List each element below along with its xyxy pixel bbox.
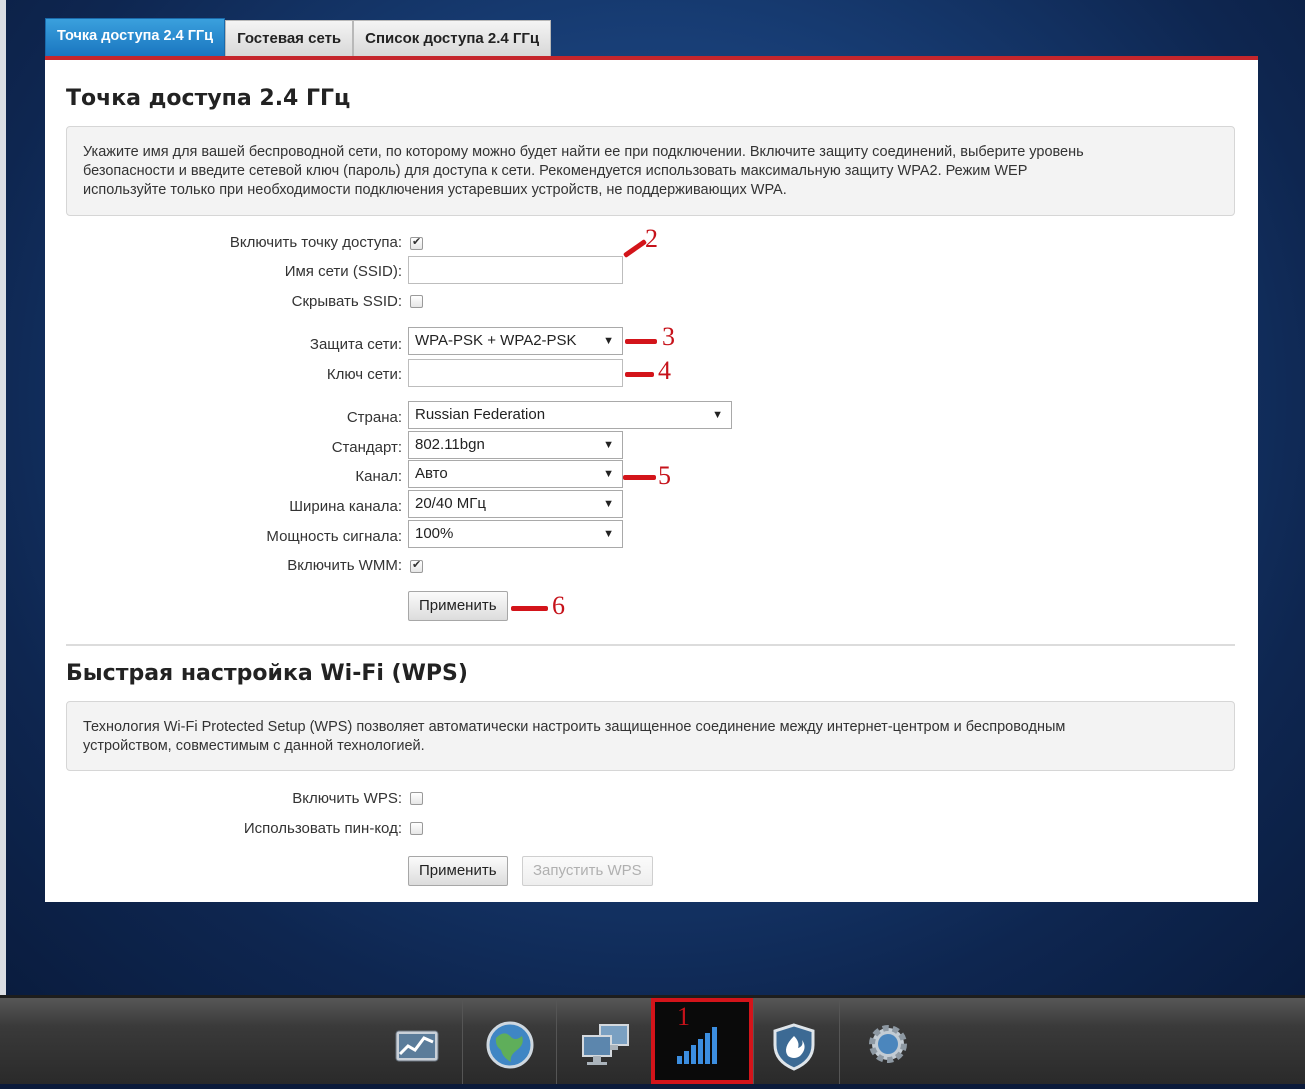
enable-wps-checkbox[interactable]: [410, 792, 423, 805]
hide-ssid-checkbox[interactable]: [410, 295, 423, 308]
info-box-access-point: Укажите имя для вашей беспроводной сети,…: [66, 126, 1235, 216]
info-box-wps: Технология Wi-Fi Protected Setup (WPS) п…: [66, 701, 1235, 771]
wifi-signal-bars-icon: [677, 1027, 717, 1064]
ssid-input[interactable]: [408, 256, 623, 284]
nav-internet[interactable]: [462, 998, 554, 1084]
annotation-pointer: [625, 339, 657, 344]
nav-home-network[interactable]: [556, 998, 648, 1084]
annotation-number: 5: [658, 461, 671, 490]
tab-bar: Точка доступа 2.4 ГГц Гостевая сеть Спис…: [45, 18, 552, 56]
dropdown-arrow-icon: ▼: [603, 468, 614, 480]
annotation-number: 6: [552, 591, 565, 620]
wmm-label: Включить WMM:: [287, 557, 402, 574]
channel-select-value: Авто: [415, 465, 448, 482]
channel-width-select[interactable]: 20/40 МГц ▼: [408, 490, 623, 518]
dropdown-arrow-icon: ▼: [603, 498, 614, 510]
annotation-number: 4: [658, 356, 671, 385]
bottom-nav-bar: 1: [0, 995, 1305, 1084]
channel-width-label: Ширина канала:: [289, 498, 402, 515]
wmm-checkbox[interactable]: [410, 558, 423, 573]
section-title-access-point: Точка доступа 2.4 ГГц: [66, 86, 351, 111]
enable-ap-checkbox[interactable]: [410, 235, 423, 250]
annotation-number: 1: [677, 1002, 690, 1031]
monitoring-chart-icon: [395, 1030, 439, 1062]
network-key-label: Ключ сети:: [326, 366, 402, 383]
section-divider: [66, 644, 1235, 646]
tab-guest-network[interactable]: Гостевая сеть: [225, 20, 354, 56]
use-pin-checkbox[interactable]: [410, 822, 423, 835]
tab-access-point-2-4[interactable]: Точка доступа 2.4 ГГц: [45, 18, 226, 56]
ssid-label: Имя сети (SSID):: [284, 263, 402, 280]
info-line: безопасности и введите сетевой ключ (пар…: [83, 163, 1028, 179]
enable-wps-label: Включить WPS:: [292, 790, 402, 807]
security-select[interactable]: WPA-PSK + WPA2-PSK ▼: [408, 327, 623, 355]
section-title-wps: Быстрая настройка Wi-Fi (WPS): [66, 661, 468, 686]
annotation-pointer: [622, 238, 648, 259]
security-shield-icon: [773, 1023, 815, 1071]
wps-apply-button[interactable]: Применить: [408, 856, 508, 886]
standard-select-value: 802.11bgn: [415, 436, 485, 453]
enable-ap-label: Включить точку доступа:: [229, 234, 402, 251]
country-label: Страна:: [346, 409, 402, 426]
annotation-number: 3: [662, 322, 675, 351]
signal-power-select-value: 100%: [415, 525, 454, 542]
country-select-value: Russian Federation: [415, 406, 546, 423]
annotation-pointer: [511, 606, 548, 611]
dropdown-arrow-icon: ▼: [603, 439, 614, 451]
security-select-value: WPA-PSK + WPA2-PSK: [415, 332, 577, 349]
nav-wifi[interactable]: 1: [651, 998, 753, 1084]
channel-label: Канал:: [355, 468, 402, 485]
hide-ssid-label: Скрывать SSID:: [291, 293, 402, 310]
info-line: используйте только при необходимости под…: [83, 182, 787, 198]
nav-system[interactable]: [839, 998, 931, 1084]
channel-select[interactable]: Авто ▼: [408, 460, 623, 488]
internet-globe-icon: [486, 1021, 534, 1069]
info-line: устройством, совместимым с данной технол…: [83, 738, 425, 754]
annotation-pointer: [625, 372, 654, 377]
info-line: Укажите имя для вашей беспроводной сети,…: [83, 144, 1084, 160]
dropdown-arrow-icon: ▼: [603, 335, 614, 347]
start-wps-button[interactable]: Запустить WPS: [522, 856, 653, 886]
tab-access-list[interactable]: Список доступа 2.4 ГГц: [353, 20, 552, 56]
nav-security[interactable]: [753, 998, 845, 1084]
home-network-computers-icon: [582, 1024, 629, 1065]
dropdown-arrow-icon: ▼: [712, 409, 723, 421]
apply-button[interactable]: Применить: [408, 591, 508, 621]
dropdown-arrow-icon: ▼: [603, 528, 614, 540]
settings-panel: Точка доступа 2.4 ГГц Укажите имя для ва…: [45, 56, 1258, 902]
annotation-pointer: [623, 475, 656, 480]
security-label: Защита сети:: [309, 336, 402, 353]
info-line: Технология Wi-Fi Protected Setup (WPS) п…: [83, 719, 1066, 735]
country-select[interactable]: Russian Federation ▼: [408, 401, 732, 429]
standard-select[interactable]: 802.11bgn ▼: [408, 431, 623, 459]
signal-power-label: Мощность сигнала:: [266, 528, 402, 545]
use-pin-label: Использовать пин-код:: [243, 820, 402, 837]
annotation-number: 2: [645, 224, 658, 253]
network-key-input[interactable]: [408, 359, 623, 387]
signal-power-select[interactable]: 100% ▼: [408, 520, 623, 548]
settings-gear-icon: [869, 1025, 907, 1063]
nav-monitoring[interactable]: [370, 998, 462, 1084]
channel-width-select-value: 20/40 МГц: [415, 495, 486, 512]
standard-label: Стандарт:: [331, 439, 402, 456]
